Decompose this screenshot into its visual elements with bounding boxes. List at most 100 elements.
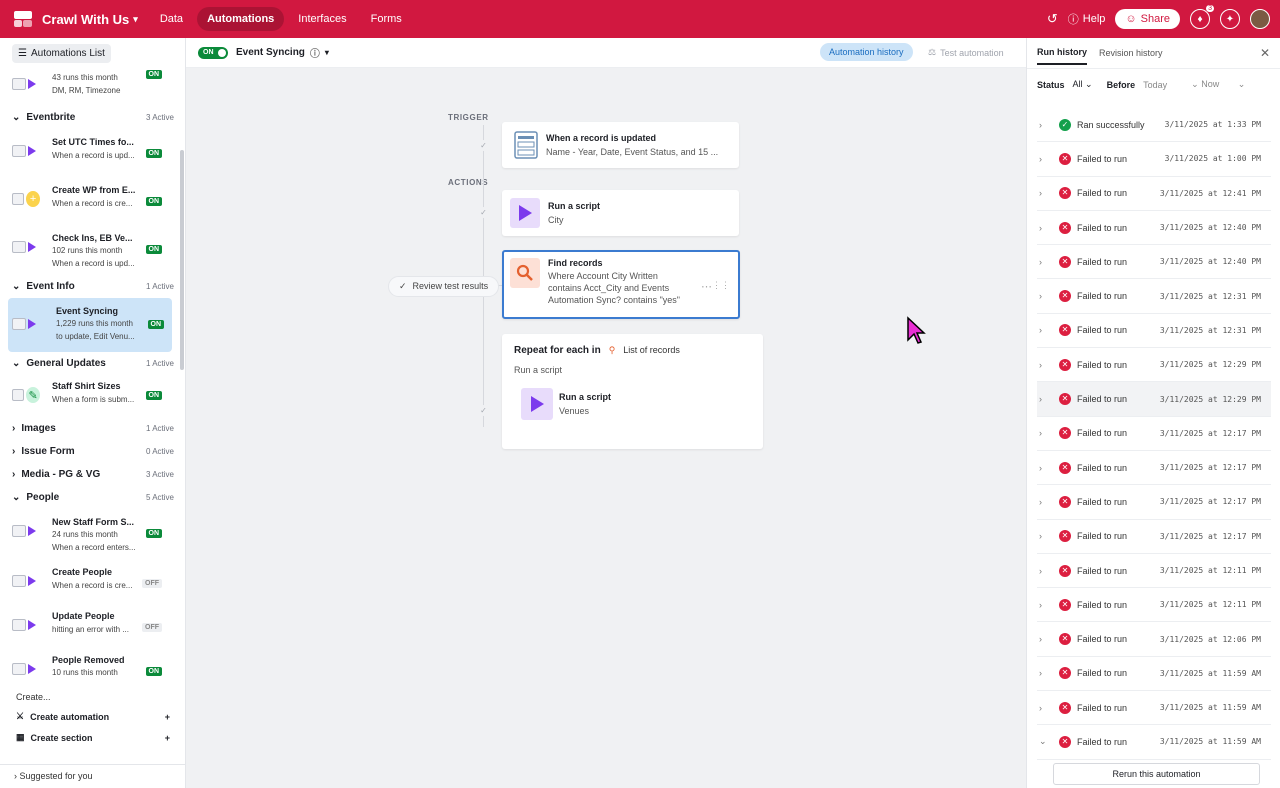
run-row[interactable]: › ✕ Failed to run 3/11/2025 at 12:40 PM	[1037, 245, 1271, 280]
main-nav: Data Automations Interfaces Forms	[150, 7, 412, 31]
nav-forms[interactable]: Forms	[361, 7, 412, 31]
list-item[interactable]: Create People When a record is cre... OFF	[0, 559, 186, 603]
list-item[interactable]: People Removed 10 runs this month ON	[0, 647, 186, 680]
section-event-info[interactable]: ⌄ Event Info 1 Active	[0, 275, 186, 298]
section-eventbrite[interactable]: ⌄ Eventbrite 3 Active	[0, 106, 186, 129]
chevron-right-icon[interactable]: ›	[1039, 566, 1053, 576]
chevron-right-icon[interactable]: ›	[1039, 291, 1053, 301]
run-row[interactable]: › ✕ Failed to run 3/11/2025 at 12:31 PM	[1037, 314, 1271, 349]
nav-data[interactable]: Data	[150, 7, 193, 31]
run-row[interactable]: › ✕ Failed to run 3/11/2025 at 1:00 PM	[1037, 142, 1271, 177]
nav-interfaces[interactable]: Interfaces	[288, 7, 356, 31]
tab-revision-history[interactable]: Revision history	[1099, 42, 1163, 64]
run-row[interactable]: ⌄ ✕ Failed to run 3/11/2025 at 11:59 AM	[1037, 725, 1271, 760]
run-row[interactable]: › ✕ Failed to run 3/11/2025 at 11:59 AM	[1037, 691, 1271, 726]
list-item-selected[interactable]: Event Syncing 1,229 runs this month to upd…	[8, 298, 172, 352]
close-icon[interactable]: ✕	[1260, 46, 1270, 60]
more-icon[interactable]: ⋯	[701, 280, 712, 293]
section-images[interactable]: › Images 1 Active	[0, 417, 186, 440]
section-general-updates[interactable]: ⌄ General Updates 1 Active	[0, 352, 186, 375]
automation-canvas[interactable]: TRIGGER ACTIONS ✓ ✓ ✓ When a record is u…	[186, 68, 1026, 788]
base-switcher[interactable]: Crawl With Us ▾	[12, 9, 138, 29]
notifications-button[interactable]: ♦ 3	[1190, 5, 1214, 29]
automation-name-menu[interactable]: Event Syncing ⓘ ▾	[236, 45, 329, 60]
rerun-button[interactable]: Rerun this automation	[1053, 763, 1260, 785]
chevron-right-icon[interactable]: ›	[1039, 668, 1053, 678]
section-issue-form[interactable]: › Issue Form 0 Active	[0, 440, 186, 463]
section-media[interactable]: › Media - PG & VG 3 Active	[0, 463, 186, 486]
history-icon[interactable]: ↺	[1047, 11, 1058, 27]
chevron-right-icon[interactable]: ›	[1039, 223, 1053, 233]
run-row[interactable]: › ✕ Failed to run 3/11/2025 at 12:29 PM	[1037, 382, 1271, 417]
chevron-right-icon[interactable]: ›	[1039, 703, 1053, 713]
run-row[interactable]: › ✕ Failed to run 3/11/2025 at 12:11 PM	[1037, 588, 1271, 623]
run-row[interactable]: › ✕ Failed to run 3/11/2025 at 12:11 PM	[1037, 554, 1271, 589]
chevron-right-icon[interactable]: ›	[1039, 463, 1053, 473]
test-automation-button[interactable]: ⚖ Test automation	[928, 47, 1004, 58]
help-button[interactable]: ⓘ Help	[1068, 11, 1106, 27]
repeat-group-card[interactable]: Repeat for each in ⚲ List of records Run…	[502, 334, 763, 449]
run-row[interactable]: › ✓ Ran successfully 3/11/2025 at 1:33 PM	[1037, 108, 1271, 143]
run-status-label: Failed to run	[1077, 599, 1128, 610]
inner-run-script[interactable]: Run a script Venues	[521, 388, 751, 420]
chevron-right-icon[interactable]: ›	[1039, 325, 1053, 335]
suggested-for-you[interactable]: › Suggested for you	[0, 764, 186, 787]
chevron-right-icon[interactable]: ›	[1039, 600, 1053, 610]
tab-run-history[interactable]: Run history	[1037, 41, 1088, 65]
status-badge: ON	[145, 245, 162, 254]
chevron-right-icon[interactable]: ›	[1039, 154, 1053, 164]
chevron-right-icon[interactable]: ›	[1039, 428, 1053, 438]
play-icon	[28, 242, 36, 252]
section-people[interactable]: ⌄ People 5 Active	[0, 486, 186, 509]
automation-history-button[interactable]: Automation history	[820, 43, 913, 61]
automation-toggle[interactable]: ON	[198, 46, 228, 59]
review-test-results-button[interactable]: ✓ Review test results	[388, 276, 500, 297]
automations-list-button[interactable]: ☰ Automations List	[12, 43, 111, 63]
run-row[interactable]: › ✕ Failed to run 3/11/2025 at 12:17 PM	[1037, 417, 1271, 451]
run-row[interactable]: › ✕ Failed to run 3/11/2025 at 12:40 PM	[1037, 211, 1271, 246]
trigger-icon	[12, 318, 26, 330]
sidebar-scrollbar[interactable]	[180, 150, 184, 370]
time-select[interactable]: ⌄ Now ⌄	[1191, 79, 1245, 90]
list-item[interactable]: Set UTC Times fo... When a record is upd.…	[0, 129, 186, 177]
chevron-down-icon[interactable]: ⌄	[1039, 736, 1053, 747]
action-run-script-card[interactable]: Run a script City	[502, 190, 739, 236]
run-row[interactable]: › ✕ Failed to run 3/11/2025 at 12:31 PM	[1037, 279, 1271, 314]
section-count: 3 Active	[145, 470, 174, 479]
run-row[interactable]: › ✕ Failed to run 3/11/2025 at 12:29 PM	[1037, 348, 1271, 383]
list-item[interactable]: Check Ins, EB Ve... 102 runs this month Wh…	[0, 225, 186, 275]
run-row[interactable]: › ✕ Failed to run 3/11/2025 at 12:17 PM	[1037, 520, 1271, 554]
run-time: 3/11/2025 at 12:29 PM	[1159, 360, 1261, 370]
chevron-right-icon[interactable]: ›	[1039, 497, 1053, 507]
create-automation-button[interactable]: ⚔ Create automation +	[0, 706, 186, 727]
play-icon	[28, 664, 36, 674]
before-date-input[interactable]: Today	[1143, 80, 1167, 90]
chevron-right-icon[interactable]: ›	[1039, 120, 1053, 130]
run-row[interactable]: › ✕ Failed to run 3/11/2025 at 12:17 PM	[1037, 485, 1271, 520]
share-button[interactable]: ☺ Share	[1115, 9, 1180, 29]
run-row[interactable]: › ✕ Failed to run 3/11/2025 at 11:59 AM	[1037, 657, 1271, 692]
drag-handle-icon[interactable]: ⋮⋮	[712, 280, 730, 291]
create-section-button[interactable]: ▦ Create section +	[0, 727, 186, 748]
chevron-right-icon[interactable]: ›	[1039, 360, 1053, 370]
error-icon: ✕	[1059, 598, 1071, 611]
list-item[interactable]: New Staff Form S... 24 runs this month Whe…	[0, 509, 186, 559]
chevron-right-icon[interactable]: ›	[1039, 257, 1053, 267]
list-item[interactable]: ✎ Staff Shirt Sizes When a form is subm..…	[0, 375, 186, 417]
list-item[interactable]: 43 runs this month DM, RM, Timezone ON	[0, 68, 186, 106]
chevron-right-icon[interactable]: ›	[1039, 188, 1053, 198]
action-find-records-card[interactable]: Find records Where Account City Written …	[502, 250, 740, 319]
trigger-card[interactable]: When a record is updated Name - Year, Da…	[502, 122, 739, 168]
run-row[interactable]: › ✕ Failed to run 3/11/2025 at 12:41 PM	[1037, 177, 1271, 211]
chevron-right-icon[interactable]: ›	[1039, 634, 1053, 644]
run-row[interactable]: › ✕ Failed to run 3/11/2025 at 12:06 PM	[1037, 622, 1271, 657]
chevron-right-icon[interactable]: ›	[1039, 394, 1053, 404]
status-filter-select[interactable]: All ⌄	[1073, 79, 1093, 90]
run-row[interactable]: › ✕ Failed to run 3/11/2025 at 12:17 PM	[1037, 451, 1271, 486]
omni-button[interactable]: ✦	[1220, 9, 1240, 29]
chevron-right-icon[interactable]: ›	[1039, 531, 1053, 541]
nav-automations[interactable]: Automations	[197, 7, 285, 31]
avatar[interactable]	[1250, 9, 1270, 29]
list-item[interactable]: Update People hitting an error with ... O…	[0, 603, 186, 647]
list-item[interactable]: + Create WP from E... When a record is cr…	[0, 177, 186, 225]
